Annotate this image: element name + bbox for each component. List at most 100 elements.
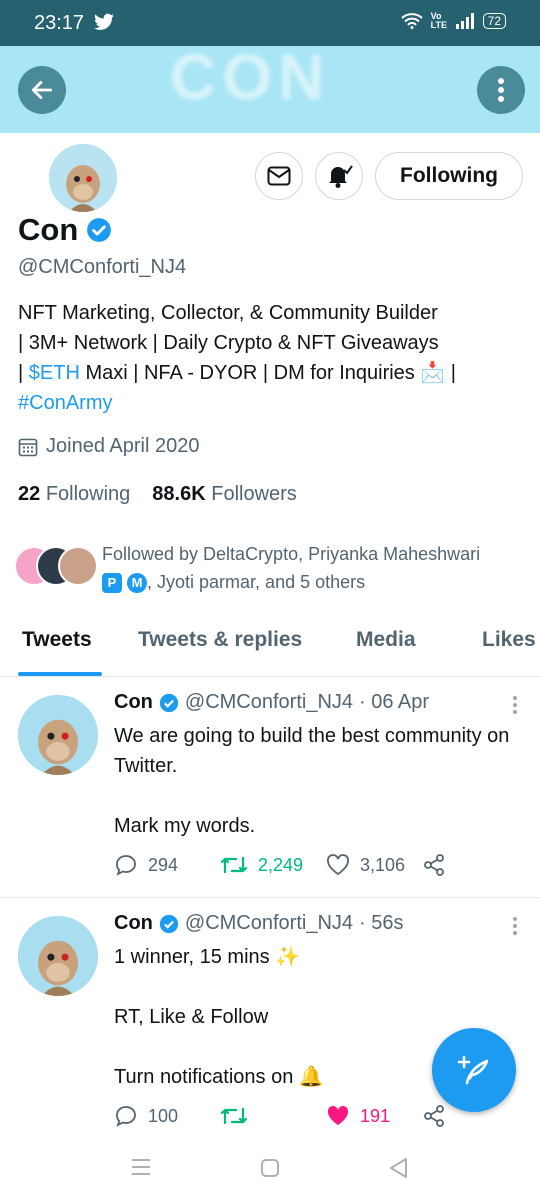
followers-stat[interactable]: 88.6K Followers — [152, 483, 297, 506]
tab-tweets[interactable]: Tweets — [22, 628, 92, 652]
more-options-button[interactable] — [477, 66, 525, 114]
verified-badge-icon — [87, 218, 112, 242]
verified-badge-icon — [159, 693, 179, 712]
battery-indicator: 72 — [482, 13, 506, 29]
reply-button[interactable]: 100 — [114, 1104, 220, 1128]
reply-icon — [116, 1106, 136, 1127]
like-button[interactable]: 191 — [326, 1105, 422, 1127]
heart-filled-icon — [327, 1105, 349, 1125]
tab-tweets-replies[interactable]: Tweets & replies — [138, 628, 302, 652]
back-triangle-icon[interactable] — [388, 1157, 408, 1179]
tweet-time: · 06 Apr — [359, 691, 430, 713]
message-button[interactable] — [255, 152, 303, 200]
followed-by-rest: , Jyoti parmar, and 5 others — [147, 572, 366, 592]
bio-pipe: | — [18, 362, 29, 384]
reply-count: 100 — [148, 1105, 179, 1126]
profile-name-row: Con — [18, 212, 112, 248]
joined-date: Joined April 2020 — [18, 435, 199, 458]
profile-bio: NFT Marketing, Collector, & Community Bu… — [18, 298, 523, 418]
following-stat[interactable]: 22 Following — [18, 483, 130, 506]
retweet-icon — [220, 1107, 248, 1125]
tweet-time: · 56s — [359, 912, 404, 934]
calendar-icon — [18, 438, 38, 456]
tweet-paragraph: 1 winner, 15 mins ✨ — [114, 946, 301, 968]
ape-avatar-icon — [18, 695, 98, 775]
tweet-paragraph: Mark my words. — [114, 815, 256, 837]
cashtag-link[interactable]: $ETH — [29, 362, 80, 384]
compose-tweet-button[interactable] — [432, 1028, 516, 1112]
badge-p: P — [102, 573, 122, 594]
reply-icon — [116, 855, 136, 876]
reply-button[interactable]: 294 — [114, 853, 220, 877]
tweet-author-handle: @CMConforti_NJ4 — [184, 912, 354, 934]
tweet-text: We are going to build the best community… — [114, 721, 514, 841]
hashtag-link[interactable]: #ConArmy — [18, 392, 112, 414]
heart-outline-icon — [327, 854, 349, 876]
profile-handle: @CMConforti_NJ4 — [18, 256, 187, 278]
share-icon[interactable] — [422, 853, 446, 877]
bio-line: NFT Marketing, Collector, & Community Bu… — [18, 302, 438, 324]
profile-tabs: Tweets Tweets & replies Media Likes — [0, 610, 540, 677]
tweet-actions: 294 2,249 3,106 — [114, 853, 446, 877]
signal-icon — [455, 13, 474, 29]
followed-by-text: Followed by DeltaCrypto, Priyanka Mahesh… — [102, 540, 532, 596]
notifications-button[interactable] — [315, 152, 363, 200]
bio-line: | 3M+ Network | Daily Crypto & NFT Givea… — [18, 332, 439, 354]
following-label: Following — [45, 483, 131, 505]
retweet-button[interactable]: 2,249 — [220, 854, 326, 876]
banner-text: CON — [170, 46, 331, 113]
badge-m: M — [127, 573, 148, 594]
bio-text: Maxi | NFA - DYOR | DM for Inquiries 📩 | — [79, 362, 457, 384]
network-label: Vo LTE — [430, 11, 447, 30]
followers-label: Followers — [211, 483, 297, 505]
tweet-avatar[interactable] — [18, 916, 98, 996]
tab-likes[interactable]: Likes — [482, 628, 536, 652]
bio-line: | $ETH Maxi | NFA - DYOR | DM for Inquir… — [18, 358, 523, 388]
followed-by-avatars — [14, 546, 98, 586]
following-count: 22 — [18, 483, 41, 505]
retweet-button[interactable] — [220, 1105, 326, 1127]
retweet-count: 2,249 — [258, 854, 304, 875]
more-vertical-icon[interactable] — [512, 695, 518, 715]
tweet-author-handle: @CMConforti_NJ4 — [184, 691, 354, 713]
profile-name: Con — [18, 212, 79, 247]
bell-check-icon — [329, 165, 353, 188]
system-nav-bar — [0, 1140, 540, 1200]
profile-banner: CON — [0, 46, 540, 133]
ape-avatar-icon — [49, 144, 117, 212]
ape-avatar-icon — [18, 916, 98, 996]
compose-feather-icon — [457, 1055, 489, 1085]
following-button[interactable]: Following — [375, 152, 523, 200]
tab-media[interactable]: Media — [356, 628, 416, 652]
wifi-icon — [400, 13, 423, 29]
like-button[interactable]: 3,106 — [326, 854, 422, 876]
tweet-avatar[interactable] — [18, 695, 98, 775]
back-button[interactable] — [18, 66, 66, 114]
back-arrow-icon — [31, 81, 53, 99]
profile-avatar[interactable] — [45, 140, 121, 216]
mail-icon — [267, 166, 291, 186]
tweet-author-name[interactable]: Con — [114, 691, 153, 714]
more-vertical-icon[interactable] — [512, 916, 518, 936]
joined-text: Joined April 2020 — [46, 435, 200, 457]
tweet-actions: 100 191 — [114, 1104, 446, 1128]
followed-by-line: Followed by DeltaCrypto, Priyanka Mahesh… — [102, 544, 481, 564]
avatar — [58, 546, 98, 586]
tweet-header: Con @CMConforti_NJ4 · 06 Apr — [114, 691, 429, 714]
more-vertical-icon — [498, 78, 504, 102]
home-icon[interactable] — [260, 1158, 280, 1178]
like-count: 191 — [360, 1105, 391, 1126]
recent-apps-icon[interactable] — [131, 1158, 151, 1176]
reply-count: 294 — [148, 854, 179, 875]
retweet-icon — [220, 856, 248, 874]
tweet[interactable]: Con @CMConforti_NJ4 · 06 Apr We are goin… — [0, 677, 540, 898]
share-icon[interactable] — [422, 1104, 446, 1128]
follow-stats: 22 Following 88.6K Followers — [18, 483, 297, 506]
twitter-bird-icon — [94, 13, 114, 30]
tweet-paragraph: RT, Like & Follow — [114, 1006, 269, 1028]
followers-count: 88.6K — [152, 483, 206, 505]
tweet-header: Con @CMConforti_NJ4 · 56s — [114, 912, 403, 935]
active-tab-indicator — [18, 672, 102, 676]
tweet-paragraph: We are going to build the best community… — [114, 725, 510, 777]
tweet-author-name[interactable]: Con — [114, 912, 153, 935]
